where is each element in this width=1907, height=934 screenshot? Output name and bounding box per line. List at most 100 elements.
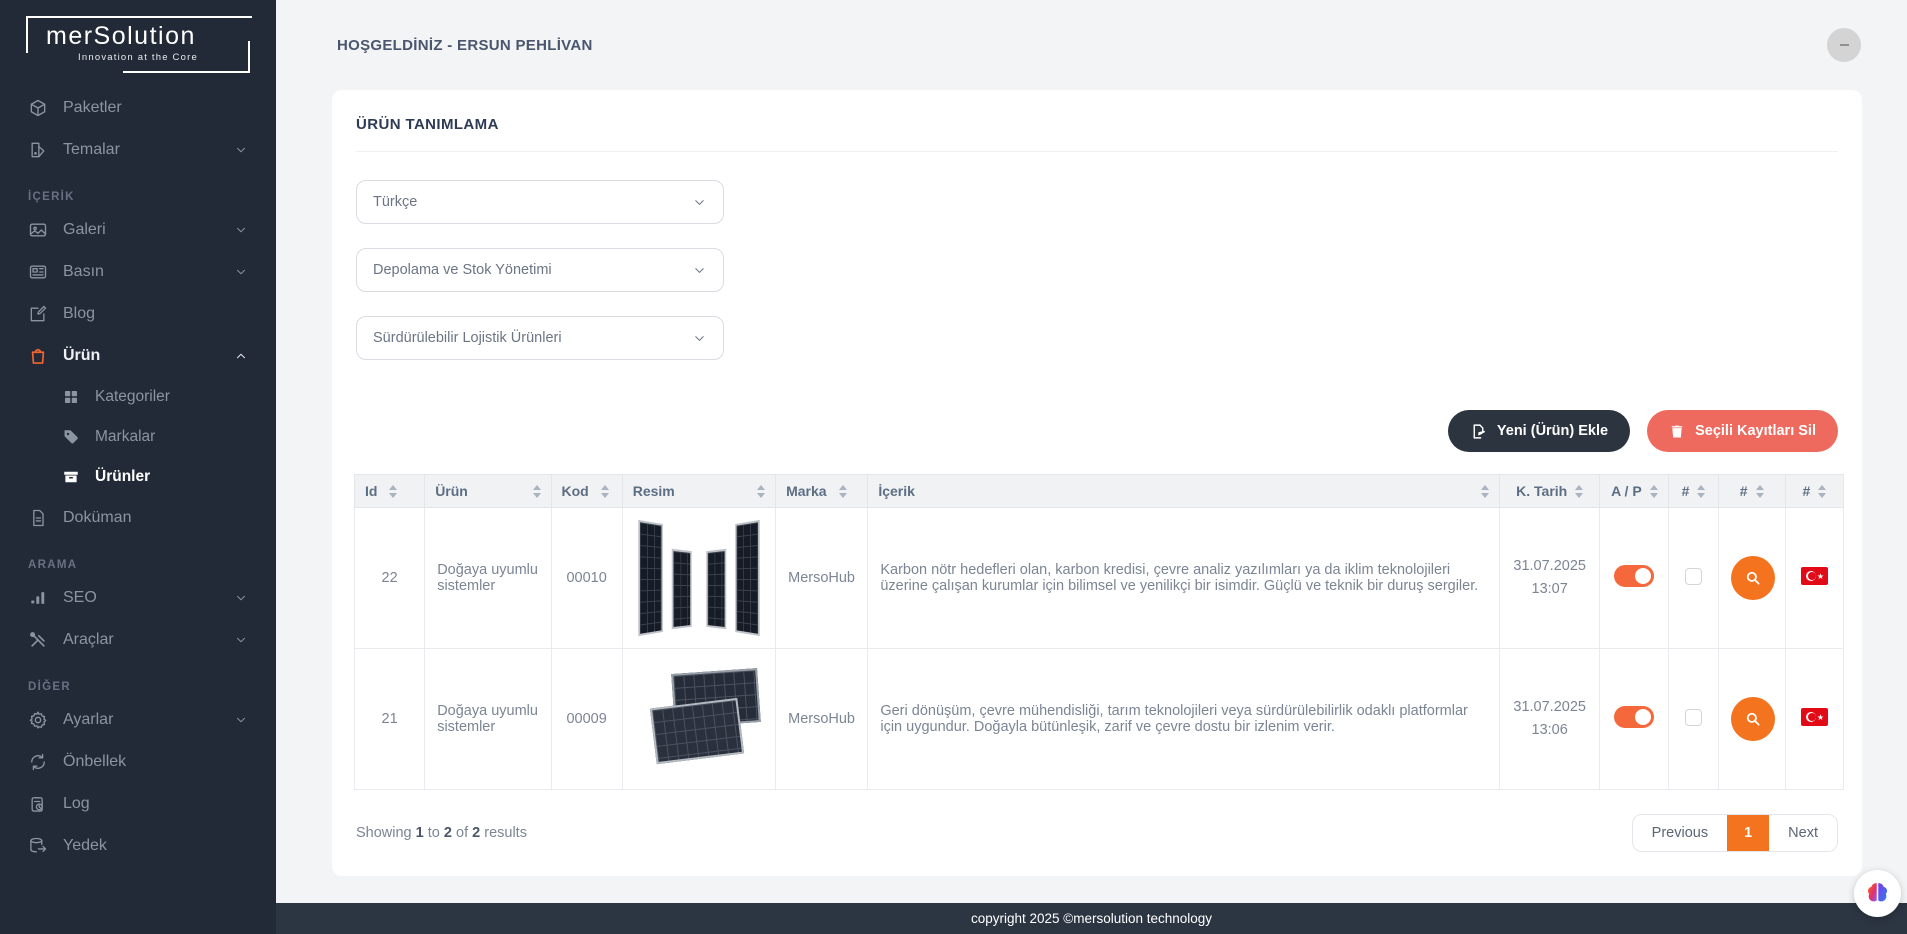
log-icon xyxy=(28,794,48,814)
cell-image xyxy=(622,508,775,649)
sidebar: merSolution Innovation at the Core Paket… xyxy=(0,0,276,934)
sort-icon[interactable] xyxy=(1650,485,1658,498)
table-row: 22 Doğaya uyumlu sistemler 00010 MersoHu… xyxy=(355,508,1844,649)
sort-icon[interactable] xyxy=(533,485,541,498)
search-icon xyxy=(1744,569,1762,587)
chevron-down-icon xyxy=(692,263,707,278)
product-image xyxy=(635,659,763,779)
ai-assistant-button[interactable] xyxy=(1854,870,1901,917)
themes-icon xyxy=(28,140,48,160)
column-header-marka[interactable]: Marka xyxy=(776,475,868,508)
view-product-button[interactable] xyxy=(1731,697,1775,741)
cell-date: 31.07.2025 13:06 xyxy=(1500,649,1600,790)
sort-icon[interactable] xyxy=(389,485,397,498)
cell-content: Karbon nötr hedefleri olan, karbon kredi… xyxy=(868,508,1500,649)
tag-icon xyxy=(62,428,80,446)
cell-code: 00010 xyxy=(551,508,622,649)
column-header-kod[interactable]: Kod xyxy=(551,475,622,508)
chevron-down-icon xyxy=(692,331,707,346)
document-icon xyxy=(28,508,48,528)
cell-id: 22 xyxy=(355,508,425,649)
sidebar-item-onbellek[interactable]: Önbellek xyxy=(0,741,276,783)
product-definition-card: ÜRÜN TANIMLAMA Türkçe Depolama ve Stok Y… xyxy=(332,90,1862,876)
cell-language: ★ xyxy=(1785,508,1843,649)
column-header-resim[interactable]: Resim xyxy=(622,475,775,508)
package-icon xyxy=(28,98,48,118)
cell-date: 31.07.2025 13:07 xyxy=(1500,508,1600,649)
column-header-tarih[interactable]: K. Tarih xyxy=(1500,475,1600,508)
sidebar-item-blog[interactable]: Blog xyxy=(0,293,276,335)
card-header: ÜRÜN TANIMLAMA xyxy=(356,90,1838,152)
turkish-flag-icon[interactable]: ★ xyxy=(1801,708,1828,726)
welcome-text: HOŞGELDİNİZ - ERSUN PEHLİVAN xyxy=(337,37,593,54)
sidebar-item-galeri[interactable]: Galeri xyxy=(0,209,276,251)
row-checkbox[interactable] xyxy=(1685,709,1702,726)
previous-page-button[interactable]: Previous xyxy=(1633,815,1727,851)
sidebar-nav: Paketler Temalar İÇERİK Galeri Basın Blo… xyxy=(0,87,276,867)
active-toggle[interactable] xyxy=(1614,706,1654,728)
cell-language: ★ xyxy=(1785,649,1843,790)
column-header-view[interactable]: # xyxy=(1718,475,1785,508)
sidebar-section-icerik: İÇERİK xyxy=(0,171,276,209)
sort-icon[interactable] xyxy=(1481,485,1489,498)
sort-icon[interactable] xyxy=(601,485,609,498)
sidebar-item-temalar[interactable]: Temalar xyxy=(0,129,276,171)
turkish-flag-icon[interactable]: ★ xyxy=(1801,567,1828,585)
sidebar-item-label: Önbellek xyxy=(63,753,126,771)
user-avatar-button[interactable] xyxy=(1827,28,1861,62)
sidebar-item-kategoriler[interactable]: Kategoriler xyxy=(0,377,276,417)
cell-content: Geri dönüşüm, çevre mühendisliği, tarım … xyxy=(868,649,1500,790)
column-header-aktif-pasif[interactable]: A / P xyxy=(1600,475,1669,508)
chevron-down-icon xyxy=(234,713,248,727)
sort-icon[interactable] xyxy=(1818,485,1826,498)
delete-selected-button[interactable]: Seçili Kayıtları Sil xyxy=(1647,410,1838,452)
next-page-button[interactable]: Next xyxy=(1769,815,1837,851)
sort-icon[interactable] xyxy=(757,485,765,498)
chevron-down-icon xyxy=(692,195,707,210)
category-select-value: Depolama ve Stok Yönetimi xyxy=(373,262,552,278)
sidebar-item-seo[interactable]: SEO xyxy=(0,577,276,619)
sidebar-item-urunler[interactable]: Ürünler xyxy=(0,457,276,497)
sidebar-item-ayarlar[interactable]: Ayarlar xyxy=(0,699,276,741)
category-select[interactable]: Depolama ve Stok Yönetimi xyxy=(356,248,724,292)
main-area: HOŞGELDİNİZ - ERSUN PEHLİVAN ÜRÜN TANIML… xyxy=(276,0,1907,934)
search-icon xyxy=(1744,710,1762,728)
column-header-icerik[interactable]: İçerik xyxy=(868,475,1500,508)
cell-product: Doğaya uyumlu sistemler xyxy=(425,649,551,790)
sidebar-item-label: Temalar xyxy=(63,141,120,159)
filters: Türkçe Depolama ve Stok Yönetimi Sürdürü… xyxy=(332,152,1862,360)
sidebar-item-log[interactable]: Log xyxy=(0,783,276,825)
row-checkbox[interactable] xyxy=(1685,568,1702,585)
view-product-button[interactable] xyxy=(1731,556,1775,600)
language-select[interactable]: Türkçe xyxy=(356,180,724,224)
sort-icon[interactable] xyxy=(839,485,847,498)
grid-icon xyxy=(62,388,80,406)
sidebar-item-araclar[interactable]: Araçlar xyxy=(0,619,276,661)
topbar: HOŞGELDİNİZ - ERSUN PEHLİVAN xyxy=(276,0,1907,90)
sidebar-item-dokuman[interactable]: Doküman xyxy=(0,497,276,539)
column-header-urun[interactable]: Ürün xyxy=(425,475,551,508)
sidebar-item-label: Kategoriler xyxy=(95,388,170,406)
sort-icon[interactable] xyxy=(1756,485,1764,498)
subcategory-select[interactable]: Sürdürülebilir Lojistik Ürünleri xyxy=(356,316,724,360)
sidebar-item-urun[interactable]: Ürün xyxy=(0,335,276,377)
language-select-value: Türkçe xyxy=(373,194,417,210)
sidebar-item-label: Doküman xyxy=(63,509,131,527)
sort-icon[interactable] xyxy=(1575,485,1583,498)
copyright-text: copyright 2025 ©mersolution technology xyxy=(971,911,1212,926)
column-header-id[interactable]: Id xyxy=(355,475,425,508)
active-toggle[interactable] xyxy=(1614,565,1654,587)
add-product-button[interactable]: Yeni (Ürün) Ekle xyxy=(1448,410,1630,452)
cell-brand: MersoHub xyxy=(776,649,868,790)
sidebar-item-markalar[interactable]: Markalar xyxy=(0,417,276,457)
sidebar-item-paketler[interactable]: Paketler xyxy=(0,87,276,129)
sort-icon[interactable] xyxy=(1697,485,1705,498)
sidebar-item-basin[interactable]: Basın xyxy=(0,251,276,293)
page-1-button[interactable]: 1 xyxy=(1727,815,1769,851)
column-header-select[interactable]: # xyxy=(1669,475,1718,508)
sidebar-item-yedek[interactable]: Yedek xyxy=(0,825,276,867)
shopping-bag-icon xyxy=(28,346,48,366)
sidebar-item-label: Log xyxy=(63,795,90,813)
add-product-label: Yeni (Ürün) Ekle xyxy=(1497,423,1608,439)
column-header-language[interactable]: # xyxy=(1785,475,1843,508)
